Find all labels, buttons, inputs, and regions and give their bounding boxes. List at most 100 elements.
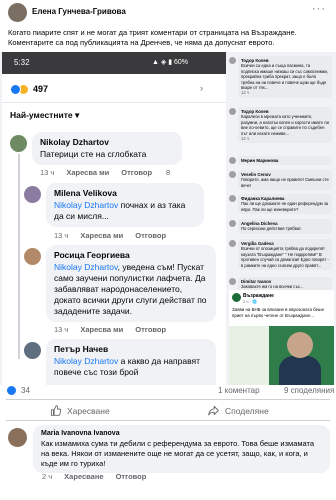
comment-like-link: Харесва ми xyxy=(80,231,124,240)
thumbs-up-icon xyxy=(50,405,61,416)
comment-time: 13 ч xyxy=(54,325,69,334)
comment-reply-link: Отговор xyxy=(135,325,167,334)
comment-mention: Nikolay Dzhartov xyxy=(54,356,119,366)
avatar xyxy=(24,186,41,203)
list-item: Angelina Dicheva По сериозни действия тр… xyxy=(229,219,334,235)
avatar xyxy=(229,278,236,285)
reply-thread-line xyxy=(18,154,20,359)
comment-bubble: Maria Ivanovna Ivanova Как измамиха сума… xyxy=(33,425,330,473)
comment-time: 12 ч xyxy=(241,136,250,142)
comment-mention: Nikolay Dzhartov xyxy=(54,262,118,272)
reaction-count: 497 xyxy=(33,84,49,94)
comment-author[interactable]: Maria Ivanovna Ivanova xyxy=(41,429,322,439)
avatar xyxy=(10,135,27,152)
avatar xyxy=(24,342,41,359)
photo-background xyxy=(229,326,269,385)
comment-text: Всички от опозицията трябва да подкрепят… xyxy=(241,246,329,268)
post-image[interactable]: 5:32 ▲ ◈ ▮ 60% 497 › Най-уместните ▾ Nik… xyxy=(0,52,336,385)
comment-bubble: Milena Velikova Nikolay Dzhartov почнах … xyxy=(46,183,204,227)
comment-sort-label: Най-уместните ▾ xyxy=(10,110,80,120)
avatar xyxy=(229,57,236,64)
comment-bubble: Veselin Cenov Говорите, ама нищо не прав… xyxy=(238,170,332,191)
share-icon xyxy=(208,405,219,416)
share-button-label: Споделяне xyxy=(225,405,269,416)
post-author-name[interactable]: Елена Гунчева-Гривова xyxy=(32,7,126,16)
comment-bubble: Мерин Маринова xyxy=(238,156,332,166)
comment-meta: 13 ч Харесва ми Отговор xyxy=(40,168,152,177)
reaction-count[interactable]: 34 xyxy=(21,386,30,395)
comment-meta: 2 ч Харесване Отговор xyxy=(42,472,146,481)
comment-time: 13 ч xyxy=(40,168,55,177)
comment-text: Говорите, ама нищо не правите! Смешни ст… xyxy=(241,177,329,188)
comment-count[interactable]: 1 коментар xyxy=(218,386,260,395)
comment-bubble: Vergilia Gadeva Всички от опозицията тря… xyxy=(238,239,332,271)
comment-bubble: Росица Георгиева Nikolay Dzhartov, уведе… xyxy=(46,245,216,322)
divider xyxy=(6,399,330,400)
comment-text: Всички са една и съща пасмина, та подпис… xyxy=(241,63,328,91)
author-avatar[interactable] xyxy=(8,3,27,22)
share-count[interactable]: 9 споделяния xyxy=(284,386,334,395)
comment-author: Milena Velikova xyxy=(54,188,117,198)
avatar xyxy=(229,220,236,227)
list-item: Фиданка Каралиева Пак ли ще докажате не … xyxy=(229,194,334,215)
avatar xyxy=(229,171,236,178)
avatar xyxy=(24,248,41,265)
comment-text: Заковахте им го на всички със... xyxy=(241,284,304,290)
more-options-icon[interactable]: ··· xyxy=(312,3,326,15)
like-reaction-icon xyxy=(6,385,17,396)
page-post-time: 2 ч · 🌐 xyxy=(243,299,257,304)
comment-text: Пак ли ще докажате не един референдум за… xyxy=(241,201,329,212)
comment-like-button[interactable]: Харесване xyxy=(64,472,103,481)
post-text: Когато пиарите спят и не могат да трият … xyxy=(8,28,297,47)
comment-text: Патерици сте на сглобката xyxy=(40,149,147,159)
status-time: 5:32 xyxy=(14,58,30,67)
comment-text: По сериозни действия трябват. xyxy=(241,226,302,232)
comment-like-link: Харесва ми xyxy=(80,325,124,334)
person-face xyxy=(287,332,313,358)
divider xyxy=(2,102,226,103)
comment-bubble: Петър Начев Nikolay Dzhartov а какво да … xyxy=(46,339,216,385)
like-button[interactable]: Харесване xyxy=(50,405,110,416)
status-icons: ▲ ◈ ▮ 60% xyxy=(152,59,189,66)
avatar xyxy=(229,195,236,202)
comment-reply-button[interactable]: Отговор xyxy=(116,472,147,481)
comment-time: 13 ч xyxy=(54,231,69,240)
comment-author: Петър Начев xyxy=(54,344,109,354)
comment-bubble: Тодор Колев Каралеси в мрежата като учен… xyxy=(238,107,332,144)
comment-author: Росица Георгиева xyxy=(54,250,130,260)
like-button-label: Харесване xyxy=(67,405,110,416)
phone-status-bar: 5:32 ▲ ◈ ▮ 60% xyxy=(2,52,226,74)
comment-meta: 13 ч Харесва ми Отговор xyxy=(54,325,166,334)
avatar[interactable] xyxy=(8,428,27,447)
share-button[interactable]: Споделяне xyxy=(208,405,269,416)
person-silhouette xyxy=(279,356,321,385)
shared-page-post: Възраждане 2 ч · 🌐 Заяви на БНБ за влиза… xyxy=(229,290,334,385)
comment-time: 12 ч xyxy=(241,90,250,96)
chevron-right-icon: › xyxy=(200,83,203,93)
comment-time[interactable]: 2 ч xyxy=(42,472,52,481)
comment-bubble: Angelina Dicheva По сериозни действия тр… xyxy=(238,219,332,234)
comment-mention: Nikolay Dzhartov xyxy=(54,200,119,210)
comment-reaction-count: 8 xyxy=(166,168,171,177)
comment-author: Мерин Маринова xyxy=(241,158,279,163)
list-item: Vergilia Gadeva Всички от опозицията тря… xyxy=(229,239,334,273)
comment-bubble: Фиданка Каралиева Пак ли ще докажате не … xyxy=(238,194,332,215)
right-comments-panel: Тодор Колев Всички са една и съща пасмин… xyxy=(229,52,334,385)
avatar xyxy=(229,157,236,164)
reaction-summary: 497 xyxy=(10,82,48,96)
list-item: Мерин Маринова xyxy=(229,156,334,166)
list-item: Dimitar Ivanov Заковахте им го на всички… xyxy=(229,277,334,292)
comment-author: Nikolay Dzhartov xyxy=(40,137,109,147)
page-post-photo xyxy=(229,326,334,385)
comment-bubble: Nikolay Dzhartov Патерици сте на сглобка… xyxy=(32,132,182,165)
avatar xyxy=(229,240,236,247)
avatar xyxy=(229,108,236,115)
divider xyxy=(6,420,330,421)
comment-text: Каралеси в мрежата като учениките, разум… xyxy=(241,114,329,136)
list-item: Тодор Колев Каралеси в мрежата като учен… xyxy=(229,107,334,151)
comment-like-link: Харесва ми xyxy=(66,168,110,177)
phone-screenshot: 5:32 ▲ ◈ ▮ 60% 497 › Най-уместните ▾ Nik… xyxy=(2,52,226,385)
like-reaction-icon xyxy=(10,83,21,95)
comment-reply-link: Отговор xyxy=(135,231,167,240)
comment-text: Как измамиха сума ти дебили с референдум… xyxy=(41,439,315,468)
